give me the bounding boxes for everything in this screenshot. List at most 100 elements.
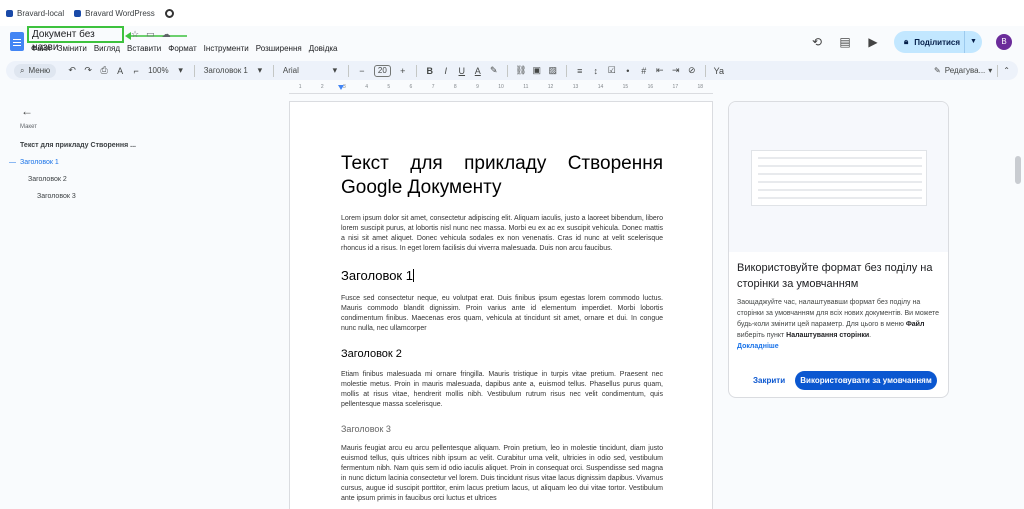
redo-icon[interactable]: ↷ bbox=[82, 65, 94, 76]
pencil-icon: ✎ bbox=[934, 66, 941, 75]
outline-item-heading2[interactable]: Заголовок 2 bbox=[28, 176, 67, 183]
bookmark-label: Bravard WordPress bbox=[85, 8, 155, 18]
chevron-down-icon: ▾ bbox=[332, 65, 338, 75]
document-page[interactable]: Текст для прикладу Створення Google Доку… bbox=[289, 101, 713, 509]
docs-header: Документ без назви ☆ ▭ ☁ Файл Змінити Ви… bbox=[0, 26, 1024, 58]
bullet-list-icon[interactable]: • bbox=[622, 66, 634, 76]
bookmark-label: Bravard-local bbox=[17, 8, 65, 18]
star-icon[interactable]: ☆ bbox=[131, 29, 139, 40]
back-arrow-icon[interactable]: ← bbox=[21, 104, 33, 118]
comments-icon[interactable]: ▤ bbox=[838, 35, 852, 49]
scrollbar-thumb[interactable] bbox=[1015, 156, 1021, 184]
spellcheck-icon[interactable]: A bbox=[114, 66, 126, 76]
heading-3[interactable]: Заголовок 3 bbox=[341, 424, 663, 434]
share-label: Поділитися bbox=[914, 37, 961, 47]
history-icon[interactable]: ⟲ bbox=[810, 35, 824, 49]
undo-icon[interactable]: ↶ bbox=[66, 65, 78, 76]
bold-icon[interactable]: B bbox=[424, 66, 436, 76]
link-icon[interactable]: ⛓ bbox=[515, 65, 527, 76]
image-icon[interactable]: ▨ bbox=[547, 65, 559, 76]
meet-icon[interactable]: ▶ bbox=[866, 35, 880, 49]
use-default-button[interactable]: Використовувати за умовчанням bbox=[795, 371, 937, 390]
document-content[interactable]: Текст для прикладу Створення Google Доку… bbox=[341, 152, 663, 509]
divider bbox=[506, 64, 508, 77]
outline-item-heading1[interactable]: Заголовок 1 bbox=[20, 159, 59, 166]
outline-item-heading3[interactable]: Заголовок 3 bbox=[37, 193, 76, 200]
docs-logo-icon[interactable] bbox=[10, 32, 24, 51]
folder-icon[interactable]: ▭ bbox=[146, 29, 155, 40]
checklist-icon[interactable]: ☑ bbox=[606, 65, 618, 76]
cloud-icon[interactable]: ☁ bbox=[162, 29, 171, 40]
vertical-scrollbar[interactable] bbox=[1015, 96, 1021, 509]
clear-format-icon[interactable]: ⊘ bbox=[686, 65, 698, 76]
divider bbox=[704, 64, 706, 77]
chevron-down-icon: ▾ bbox=[257, 65, 263, 75]
indent-marker[interactable] bbox=[338, 85, 344, 90]
paragraph[interactable]: Lorem ipsum dolor sit amet, consectetur … bbox=[341, 214, 663, 254]
heading-2[interactable]: Заголовок 2 bbox=[341, 348, 663, 360]
font-select[interactable]: Arial bbox=[283, 66, 323, 75]
share-button[interactable]: 🔒︎ Поділитися ▼ bbox=[894, 31, 982, 53]
menu-file[interactable]: Файл bbox=[31, 44, 51, 53]
outline-section-label: Макет bbox=[20, 124, 37, 130]
menu-view[interactable]: Вигляд bbox=[94, 44, 120, 53]
indent-decrease-icon[interactable]: ⇤ bbox=[654, 65, 666, 76]
globe-icon bbox=[164, 8, 174, 18]
indent-increase-icon[interactable]: ⇥ bbox=[670, 65, 682, 76]
outline-item-title[interactable]: Текст для прикладу Створення ... bbox=[20, 142, 136, 149]
menu-extensions[interactable]: Розширення bbox=[256, 44, 302, 53]
menu-format[interactable]: Формат bbox=[168, 44, 196, 53]
ruler[interactable]: 1 2 3 4 5 6 7 8 9 10 11 12 13 14 15 16 1… bbox=[289, 84, 713, 94]
chevron-down-icon[interactable]: ▼ bbox=[964, 31, 982, 53]
input-tools-icon[interactable]: Ya bbox=[713, 66, 725, 76]
comment-add-icon[interactable]: ▣ bbox=[531, 65, 543, 76]
ruler-tick: 2 bbox=[320, 84, 324, 90]
print-icon[interactable]: ⎙ bbox=[98, 65, 110, 76]
text-color-icon[interactable]: A bbox=[472, 66, 484, 76]
promo-text-setting: Налаштування сторінки bbox=[786, 332, 870, 339]
document-title-heading[interactable]: Текст для прикладу Створення Google Доку… bbox=[341, 152, 663, 200]
highlight-icon[interactable]: ✎ bbox=[488, 65, 500, 76]
align-icon[interactable]: ≡ bbox=[574, 66, 586, 76]
chevron-up-icon[interactable]: ⌃ bbox=[1003, 66, 1010, 75]
ruler-tick: 17 bbox=[672, 84, 679, 90]
menu-tools[interactable]: Інструменти bbox=[204, 44, 249, 53]
line-spacing-icon[interactable]: ↕ bbox=[590, 66, 602, 76]
paragraph[interactable]: Etiam finibus malesuada mi ornare fringi… bbox=[341, 370, 663, 410]
ruler-tick: 6 bbox=[409, 84, 413, 90]
bookmark-globe[interactable] bbox=[164, 8, 174, 18]
bookmark-bravard-local[interactable]: Bravard-local bbox=[6, 9, 64, 18]
close-button[interactable]: Закрити bbox=[753, 376, 785, 385]
learn-more-link[interactable]: Докладніше bbox=[737, 343, 779, 350]
bookmark-bravard-wordpress[interactable]: Bravard WordPress bbox=[74, 9, 155, 18]
increase-font-icon[interactable]: + bbox=[397, 66, 409, 76]
menu-edit[interactable]: Змінити bbox=[58, 44, 87, 53]
divider bbox=[415, 64, 417, 77]
paragraph[interactable]: Fusce sed consectetur neque, eu volutpat… bbox=[341, 294, 663, 334]
ruler-tick: 4 bbox=[365, 84, 368, 90]
font-size-input[interactable]: 20 bbox=[373, 64, 391, 77]
menu-help[interactable]: Довідка bbox=[309, 44, 338, 53]
paint-format-icon[interactable]: ⌐ bbox=[130, 66, 142, 76]
decrease-font-icon[interactable]: − bbox=[356, 66, 368, 76]
heading-1[interactable]: Заголовок 1 bbox=[341, 268, 663, 283]
paragraph[interactable]: Mauris feugiat arcu eu arcu pellentesque… bbox=[341, 444, 663, 504]
document-title[interactable]: Документ без назви bbox=[27, 26, 124, 53]
text-cursor bbox=[412, 269, 414, 282]
style-select[interactable]: Заголовок 1 bbox=[204, 66, 248, 75]
menu-insert[interactable]: Вставити bbox=[127, 44, 161, 53]
numbered-list-icon[interactable]: # bbox=[638, 66, 650, 76]
ruler-tick: 18 bbox=[697, 84, 704, 90]
italic-icon[interactable]: I bbox=[440, 66, 452, 76]
underline-icon[interactable]: U bbox=[456, 66, 468, 76]
table-illustration bbox=[751, 150, 927, 206]
promo-text: Заощаджуйте час, налаштувавши формат без… bbox=[737, 297, 943, 352]
divider bbox=[193, 64, 195, 77]
menu-search[interactable]: ⌕ Меню bbox=[14, 63, 57, 78]
zoom-select[interactable]: 100% bbox=[148, 66, 168, 75]
avatar[interactable]: B bbox=[996, 34, 1012, 50]
outline-active-marker: — bbox=[9, 159, 16, 166]
ruler-tick: 15 bbox=[622, 84, 629, 90]
ruler-tick: 7 bbox=[431, 84, 435, 90]
editing-mode-select[interactable]: ✎ Редагува... ▾ ⌃ bbox=[934, 64, 1010, 77]
